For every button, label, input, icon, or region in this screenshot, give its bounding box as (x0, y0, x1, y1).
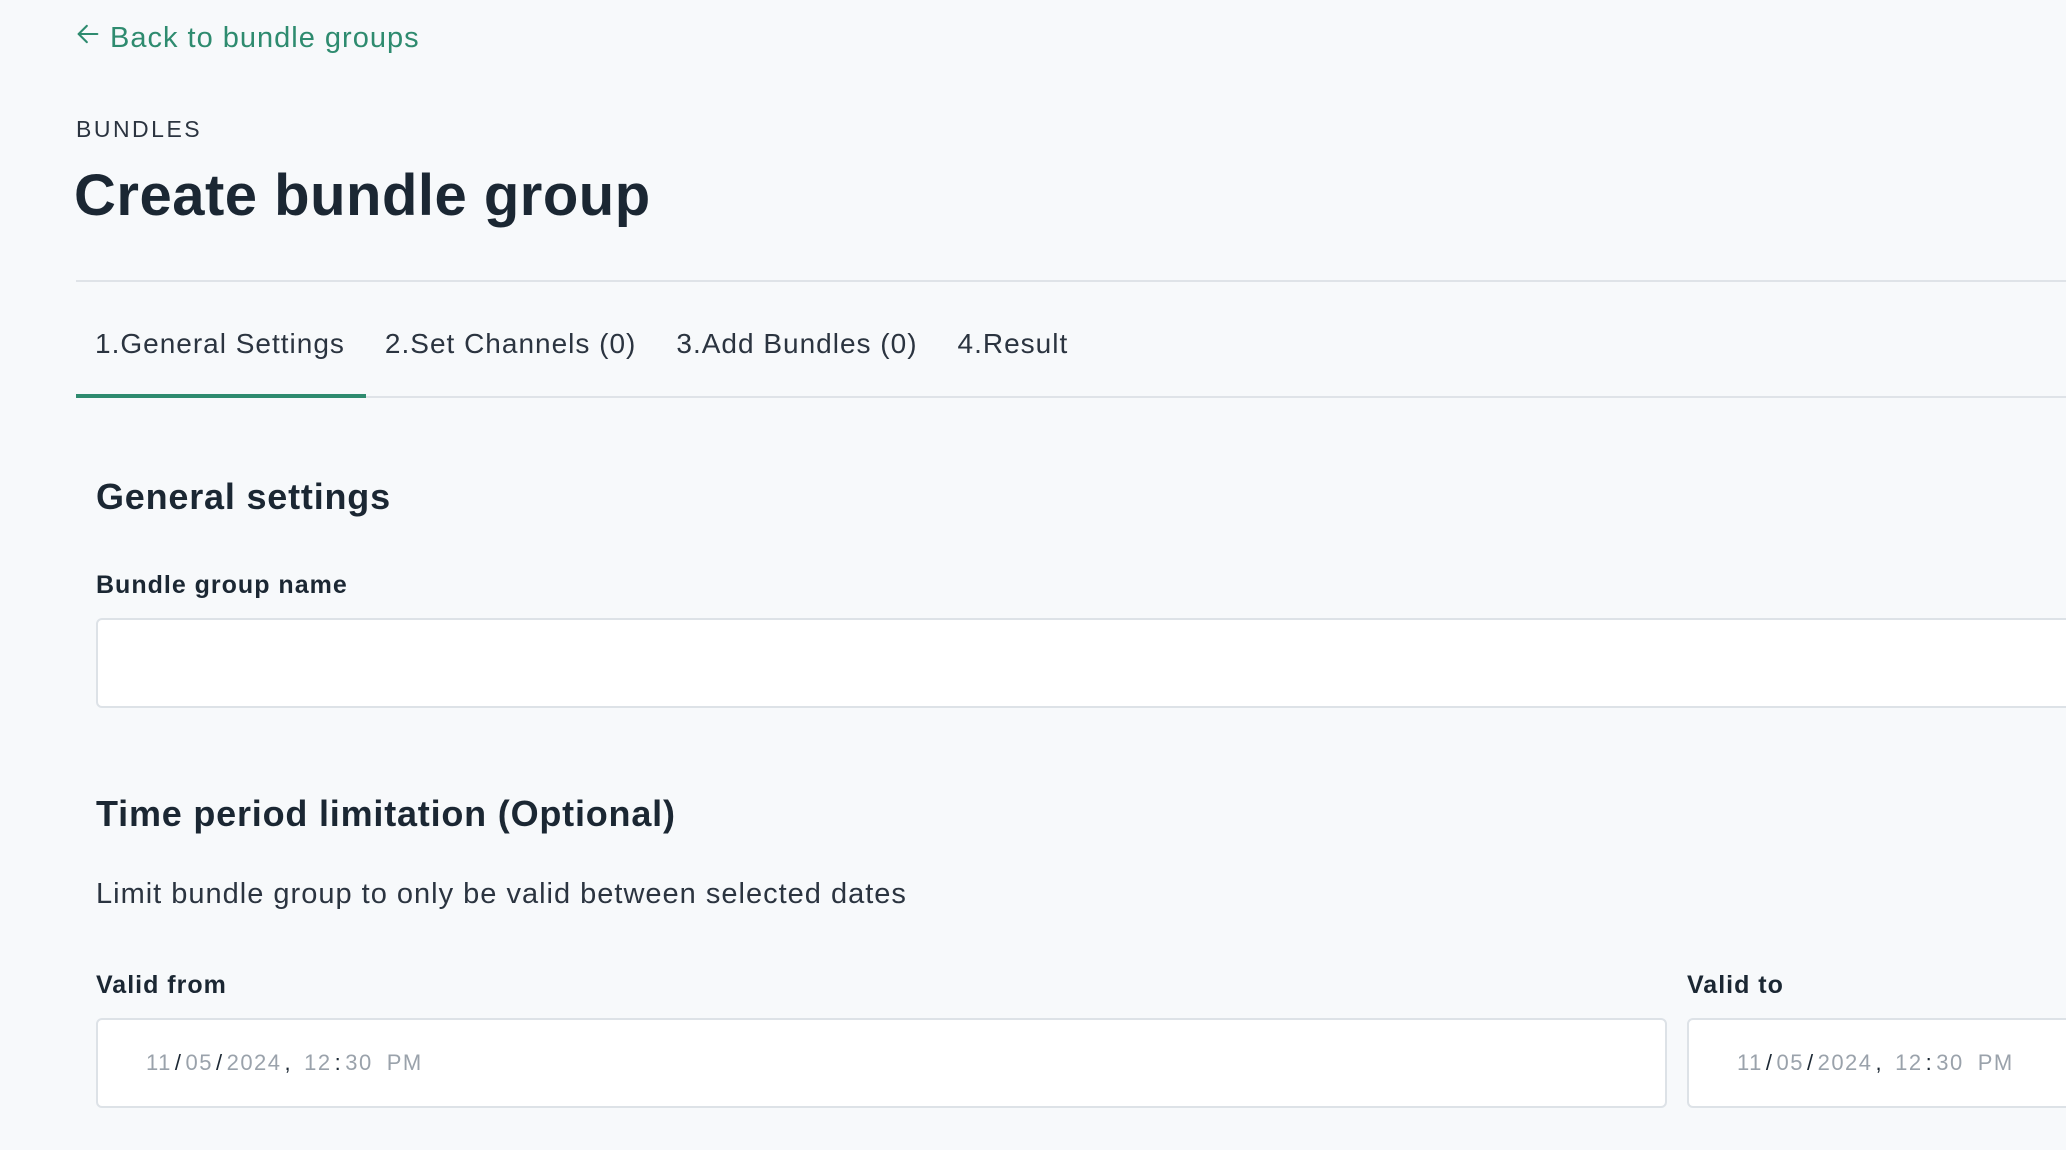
tab-set-channels[interactable]: 2.Set Channels (0) (366, 292, 657, 396)
valid-from-hour[interactable]: 12 (304, 1050, 331, 1076)
date-separator: / (174, 1050, 183, 1075)
general-settings-heading: General settings (96, 476, 391, 517)
back-link-label: Back to bundle groups (110, 21, 420, 54)
section-eyebrow: BUNDLES (76, 116, 203, 142)
valid-to-minute[interactable]: 30 (1936, 1050, 1963, 1076)
valid-from-ampm[interactable]: PM (373, 1050, 423, 1076)
time-period-description: Limit bundle group to only be valid betw… (96, 878, 907, 910)
valid-to-month[interactable]: 11 (1737, 1050, 1763, 1076)
date-separator: / (1765, 1050, 1774, 1075)
header-divider (76, 280, 2066, 282)
time-period-heading: Time period limitation (Optional) (96, 793, 676, 834)
valid-to-year[interactable]: 2024 (1818, 1050, 1873, 1076)
valid-from-day[interactable]: 05 (185, 1050, 212, 1076)
page-title: Create bundle group (74, 163, 651, 228)
date-comma: , (1875, 1050, 1884, 1075)
valid-to-ampm[interactable]: PM (1964, 1050, 2014, 1076)
step-tabs: 1.General Settings 2.Set Channels (0) 3.… (76, 292, 2066, 398)
bundle-group-name-input[interactable] (96, 618, 2066, 708)
bundle-group-name-label: Bundle group name (96, 571, 348, 599)
valid-to-day[interactable]: 05 (1776, 1050, 1803, 1076)
valid-from-datetime-input[interactable]: 11 / 05 / 2024 , 12 : 30 PM (96, 1018, 1667, 1108)
create-bundle-group-page: Back to bundle groups BUNDLES Create bun… (0, 0, 2066, 1150)
valid-to-hour[interactable]: 12 (1895, 1050, 1922, 1076)
back-to-bundle-groups-link[interactable]: Back to bundle groups (74, 20, 420, 56)
date-separator: / (1806, 1050, 1815, 1075)
valid-to-label: Valid to (1687, 971, 1784, 999)
arrow-left-icon (74, 20, 102, 56)
tab-general-settings[interactable]: 1.General Settings (76, 292, 366, 398)
valid-from-label: Valid from (96, 971, 227, 999)
date-separator: / (215, 1050, 224, 1075)
time-separator: : (1925, 1050, 1934, 1075)
time-separator: : (334, 1050, 343, 1075)
valid-to-datetime-input[interactable]: 11 / 05 / 2024 , 12 : 30 PM (1687, 1018, 2066, 1108)
tab-add-bundles[interactable]: 3.Add Bundles (0) (657, 292, 938, 396)
valid-from-minute[interactable]: 30 (345, 1050, 372, 1076)
tab-result[interactable]: 4.Result (939, 292, 1090, 396)
date-comma: , (284, 1050, 293, 1075)
valid-from-year[interactable]: 2024 (227, 1050, 282, 1076)
valid-from-month[interactable]: 11 (146, 1050, 172, 1076)
